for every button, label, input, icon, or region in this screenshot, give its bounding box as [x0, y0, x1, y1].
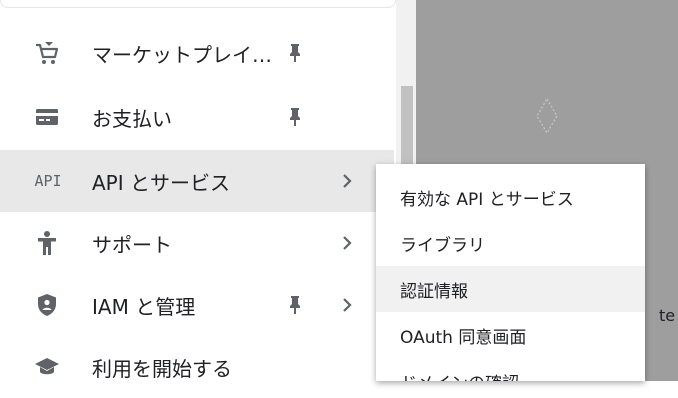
nav-item-marketplace[interactable]: マーケットプレイ… — [0, 22, 394, 84]
nav-item-label: 利用を開始する — [92, 356, 232, 381]
submenu-item-label: 認証情報 — [400, 281, 468, 302]
submenu-item-enabled-apis[interactable]: 有効な API とサービス — [376, 174, 645, 220]
shield-icon — [33, 291, 61, 319]
nav-item-apis-services[interactable]: API API とサービス — [0, 150, 394, 212]
nav-item-billing[interactable]: お支払い — [0, 86, 394, 148]
nav-item-label: サポート — [92, 232, 172, 257]
nav-item-label: IAM と管理 — [92, 294, 196, 319]
cart-icon — [33, 39, 61, 67]
pin-icon[interactable] — [288, 106, 302, 128]
submenu-item-label: 有効な API とサービス — [400, 189, 574, 210]
submenu-item-domain-verification[interactable]: ドメインの確認 — [376, 358, 645, 382]
support-person-icon — [33, 229, 61, 257]
credit-card-icon — [33, 103, 61, 131]
loading-diamond-icon — [536, 98, 558, 134]
chevron-right-icon — [336, 294, 358, 316]
nav-item-label: お支払い — [92, 106, 172, 131]
nav-item-label: マーケットプレイ… — [92, 42, 272, 67]
nav-item-support[interactable]: サポート — [0, 212, 394, 274]
submenu-item-label: ライブラリ — [400, 235, 485, 256]
background-clipped-text: te — [659, 306, 676, 325]
submenu-item-credentials[interactable]: 認証情報 — [376, 266, 645, 312]
nav-item-iam-admin[interactable]: IAM と管理 — [0, 274, 394, 336]
navigation-sidebar: マーケットプレイ… お支払い API API とサービス サポート IAM と管… — [0, 0, 416, 381]
submenu-item-oauth-consent[interactable]: OAuth 同意画面 — [376, 312, 645, 358]
graduation-cap-icon — [33, 353, 61, 381]
pin-icon[interactable] — [288, 42, 302, 64]
chevron-right-icon — [336, 170, 358, 192]
submenu-item-library[interactable]: ライブラリ — [376, 220, 645, 266]
pin-icon[interactable] — [288, 294, 302, 316]
api-icon: API — [28, 167, 68, 195]
submenu-item-label: OAuth 同意画面 — [400, 327, 527, 348]
submenu-item-label: ドメインの確認 — [400, 369, 519, 382]
chevron-right-icon — [336, 232, 358, 254]
apis-services-submenu: 有効な API とサービス ライブラリ 認証情報 OAuth 同意画面 ドメイン… — [376, 164, 645, 381]
nav-top-edge — [0, 0, 396, 8]
nav-item-label: API とサービス — [92, 170, 230, 195]
nav-item-get-started[interactable]: 利用を開始する — [0, 336, 394, 398]
api-icon-text: API — [34, 172, 62, 190]
